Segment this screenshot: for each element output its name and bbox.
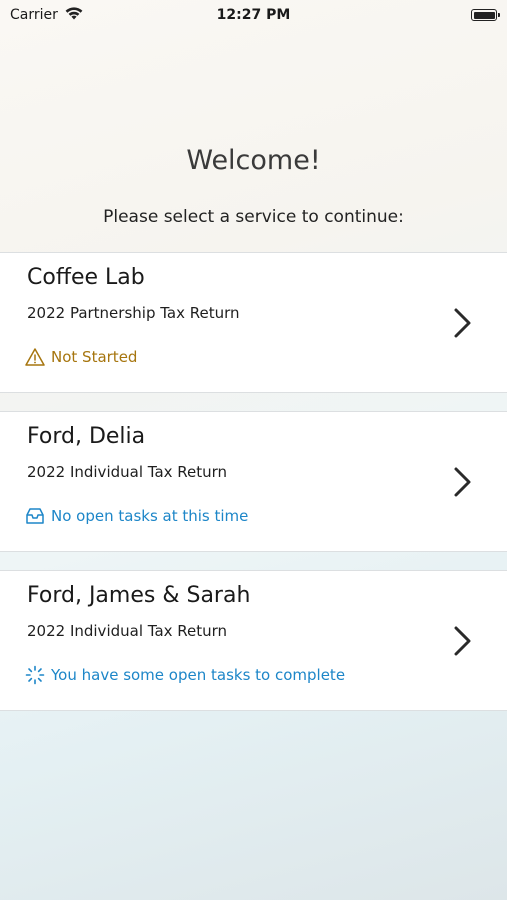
service-status: You have some open tasks to complete [25,665,345,685]
battery-icon [471,9,500,21]
service-name: Coffee Lab [27,265,145,290]
spinner-icon [25,665,45,685]
battery-level [473,11,495,19]
service-type: 2022 Individual Tax Return [27,622,228,640]
service-card-ford-james-sarah[interactable]: Ford, James & Sarah 2022 Individual Tax … [0,570,507,711]
service-status-label: No open tasks at this time [51,507,249,525]
status-bar: Carrier 12:27 PM [0,0,507,30]
service-status-label: You have some open tasks to complete [51,666,346,684]
service-type: 2022 Partnership Tax Return [27,304,240,322]
page-title: Welcome! [186,145,321,176]
chevron-right-icon [454,626,471,656]
chevron-right-icon [454,308,471,338]
inbox-icon [25,506,45,526]
chevron-right-icon [454,467,471,497]
service-status: Not Started [25,347,137,367]
service-type: 2022 Individual Tax Return [27,463,228,481]
wifi-icon [64,5,84,25]
service-status-label: Not Started [51,348,138,366]
service-card-coffee-lab[interactable]: Coffee Lab 2022 Partnership Tax Return N… [0,252,507,393]
service-name: Ford, Delia [27,424,146,449]
page-subtitle: Please select a service to continue: [103,207,404,227]
service-name: Ford, James & Sarah [27,583,251,608]
status-left: Carrier [10,5,84,25]
carrier-label: Carrier [10,7,58,23]
service-status: No open tasks at this time [25,506,248,526]
service-card-ford-delia[interactable]: Ford, Delia 2022 Individual Tax Return N… [0,411,507,552]
warning-icon [25,347,45,367]
